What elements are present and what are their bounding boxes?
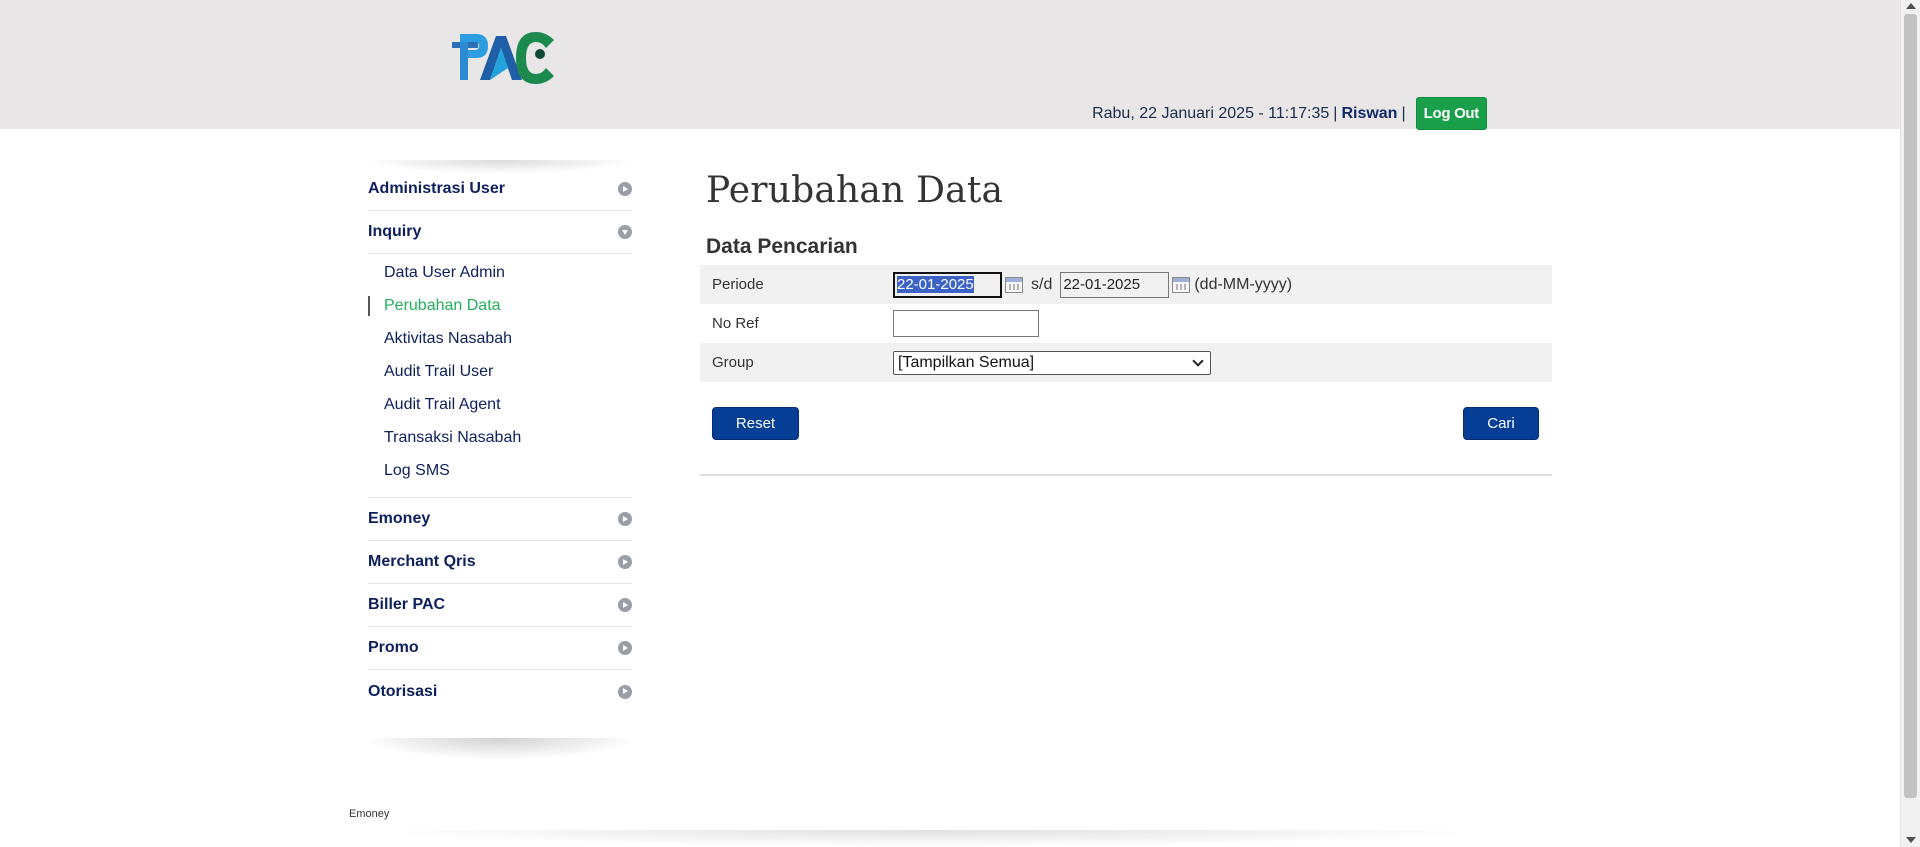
sidebar: Administrasi User Inquiry Data User Admi… [368,168,632,713]
group-field: [Tampilkan Semua] [893,350,1211,375]
date-from-value: 22-01-2025 [897,276,974,293]
pac-logo[interactable] [452,28,562,88]
sidebar-item-label: Administrasi User [368,180,505,197]
sidebar-item-merchant-qris[interactable]: Merchant Qris [368,541,632,584]
group-selected-value: [Tampilkan Semua] [898,353,1035,371]
main-content: Perubahan Data Data Pencarian Periode 22… [700,170,1552,476]
submenu-item-perubahan-data[interactable]: Perubahan Data [368,289,632,322]
search-button[interactable]: Cari [1463,407,1539,440]
vertical-scrollbar[interactable] [1900,0,1920,847]
date-to-input[interactable]: 22-01-2025 [1060,271,1170,298]
sidebar-item-label: Merchant Qris [368,553,476,570]
scroll-up-icon[interactable] [1906,3,1916,9]
group-select[interactable]: [Tampilkan Semua] [893,350,1211,375]
sidebar-item-label: Emoney [368,510,431,527]
sidebar-item-promo[interactable]: Promo [368,627,632,670]
separator: | [1401,104,1406,122]
periode-label: Periode [712,276,764,293]
chevron-right-icon [618,555,632,569]
chevron-down-icon [618,225,632,239]
chevron-right-icon [618,182,632,196]
divider [700,474,1552,476]
form-row-noref: No Ref [700,304,1552,343]
submenu-item-aktivitas-nasabah[interactable]: Aktivitas Nasabah [368,322,632,355]
noref-field [893,310,1039,337]
sidebar-item-label: Inquiry [368,223,422,240]
date-from-input[interactable]: 22-01-2025 [893,271,1002,298]
submenu-item-audit-trail-agent[interactable]: Audit Trail Agent [368,388,632,421]
search-form: Periode 22-01-2025 s/d 22-01-2025 (dd-MM… [700,265,1552,382]
noref-input[interactable] [893,310,1039,337]
datetime-label: Rabu, 22 Januari 2025 - 11:17:35 [1092,104,1330,122]
scrollbar-thumb[interactable] [1904,14,1917,798]
sidebar-item-inquiry[interactable]: Inquiry [368,211,632,254]
sidebar-item-label: Biller PAC [368,596,446,613]
user-bar: Rabu, 22 Januari 2025 - 11:17:35 | Riswa… [1092,97,1487,130]
group-label: Group [712,354,754,371]
form-row-group: Group [Tampilkan Semua] [700,343,1552,382]
section-title: Data Pencarian [706,235,858,258]
chevron-right-icon [618,598,632,612]
sidebar-item-otorisasi[interactable]: Otorisasi [368,670,632,713]
range-separator: s/d [1031,275,1053,293]
chevron-right-icon [618,512,632,526]
chevron-right-icon [618,641,632,655]
date-to-value: 22-01-2025 [1063,276,1141,293]
sidebar-item-administrasi-user[interactable]: Administrasi User [368,168,632,211]
chevron-down-icon [1192,354,1204,367]
inquiry-submenu: Data User Admin Perubahan Data Aktivitas… [368,254,632,498]
sidebar-item-biller-pac[interactable]: Biller PAC [368,584,632,627]
calendar-icon[interactable] [1005,276,1023,293]
submenu-item-data-user-admin[interactable]: Data User Admin [368,256,632,289]
sidebar-item-label: Promo [368,639,419,656]
reset-button[interactable]: Reset [712,407,799,440]
submenu-item-audit-trail-user[interactable]: Audit Trail User [368,355,632,388]
username-link[interactable]: Riswan [1341,105,1397,123]
submenu-item-log-sms[interactable]: Log SMS [368,454,632,487]
sidebar-item-label: Otorisasi [368,682,438,700]
form-actions: Reset Cari [700,382,1552,440]
date-format-hint: (dd-MM-yyyy) [1194,275,1293,293]
periode-field: 22-01-2025 s/d 22-01-2025 (dd-MM-yyyy) [893,271,1293,298]
footer-shadow [360,830,1500,847]
sidebar-shadow [360,738,640,760]
logout-button[interactable]: Log Out [1415,97,1487,130]
submenu-item-transaksi-nasabah[interactable]: Transaksi Nasabah [368,421,632,454]
form-row-periode: Periode 22-01-2025 s/d 22-01-2025 (dd-MM… [700,265,1552,304]
header: Rabu, 22 Januari 2025 - 11:17:35 | Riswa… [0,0,1900,130]
calendar-icon[interactable] [1172,276,1191,293]
noref-label: No Ref [712,315,759,332]
page-title: Perubahan Data [706,170,1004,211]
sidebar-item-emoney[interactable]: Emoney [368,498,632,541]
footer-label: Emoney [349,808,390,820]
scroll-down-icon[interactable] [1906,837,1916,843]
separator: | [1333,104,1338,122]
chevron-right-icon [618,684,632,699]
